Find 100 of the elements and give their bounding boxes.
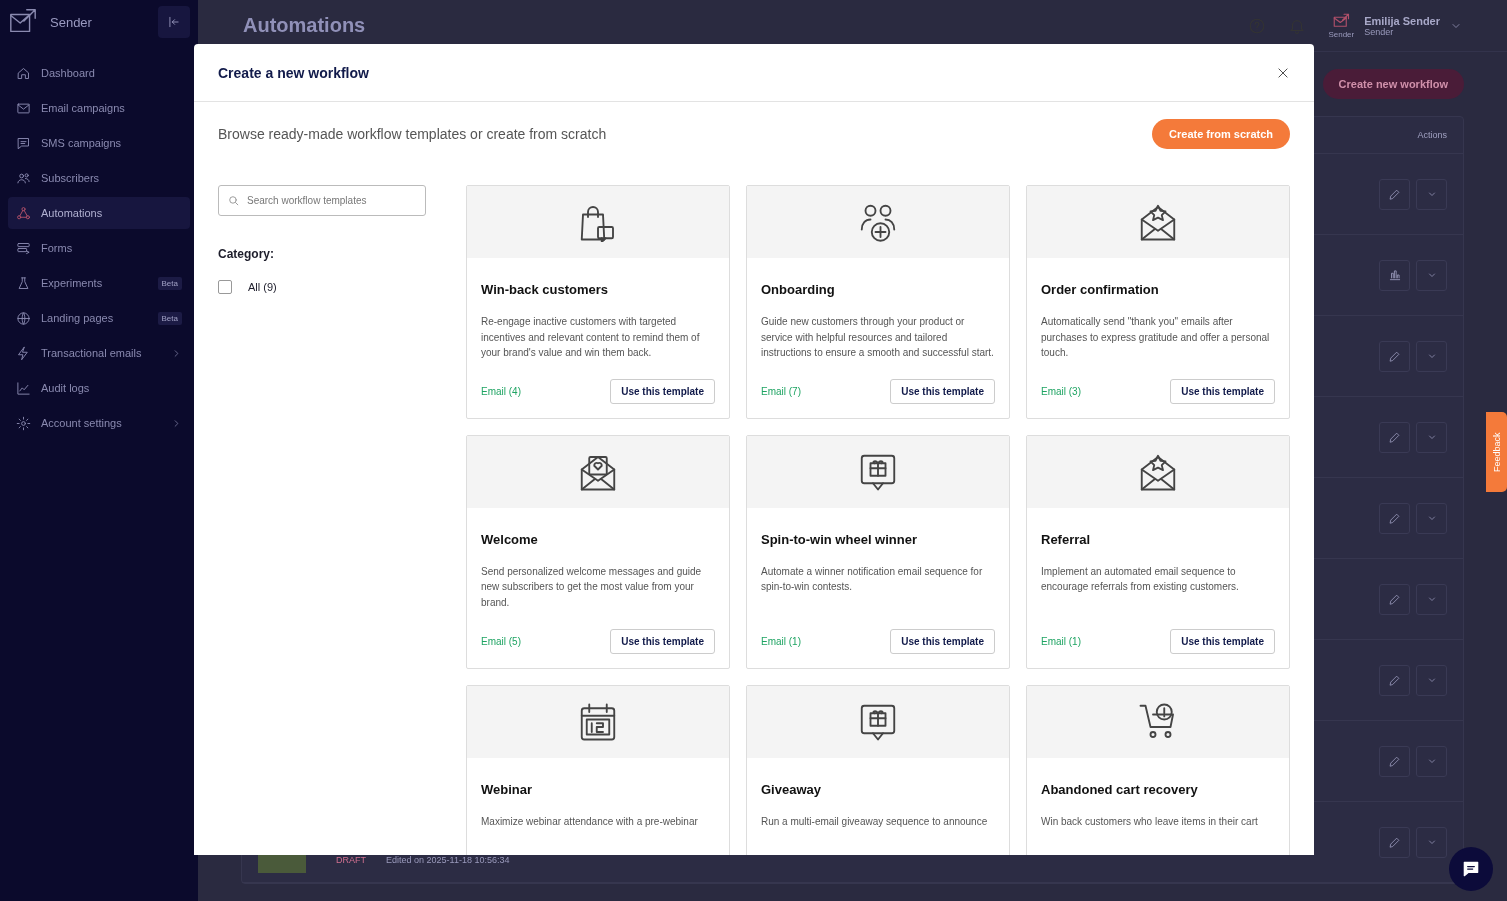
collapse-icon bbox=[167, 15, 181, 29]
envelope-star-icon bbox=[1138, 202, 1178, 242]
flask-icon bbox=[16, 275, 31, 291]
edit-button[interactable] bbox=[1379, 583, 1410, 615]
template-title: Referral bbox=[1041, 531, 1092, 547]
column-header: Actions bbox=[1417, 130, 1447, 140]
sidebar-item[interactable]: Forms bbox=[8, 232, 190, 264]
template-description: Send personalized welcome messages and guide new subscribers to get the most value from your brand. bbox=[481, 564, 703, 610]
page-title: Automations bbox=[243, 14, 367, 37]
edited-date: Edited on 2025-11-18 10:56:34 bbox=[386, 855, 511, 865]
calendar-icon bbox=[578, 701, 618, 742]
category-label: Category: bbox=[218, 247, 275, 261]
more-button[interactable] bbox=[1416, 502, 1447, 534]
sidebar-item[interactable]: Subscribers bbox=[8, 162, 190, 194]
sidebar-item[interactable]: Automations bbox=[8, 197, 190, 229]
pencil-icon bbox=[1388, 673, 1401, 687]
template-title: Webinar bbox=[481, 781, 534, 797]
email-count: Email (1) bbox=[761, 635, 801, 647]
bar-chart-icon bbox=[1387, 268, 1402, 282]
template-title: Giveaway bbox=[761, 781, 822, 797]
sidebar-item[interactable]: Transactional emails bbox=[8, 337, 190, 369]
beta-badge: Beta bbox=[157, 311, 182, 325]
more-button[interactable] bbox=[1416, 421, 1447, 453]
envelope-check-icon bbox=[1332, 12, 1351, 30]
edit-button[interactable] bbox=[1379, 178, 1410, 210]
envelope-icon bbox=[16, 100, 31, 116]
beta-badge: Beta bbox=[157, 276, 182, 290]
sidebar-item[interactable]: SMS campaigns bbox=[8, 127, 190, 159]
use-template-button[interactable]: Use this template bbox=[610, 378, 715, 404]
use-template-button[interactable]: Use this template bbox=[1170, 378, 1275, 404]
more-button[interactable] bbox=[1416, 340, 1447, 372]
more-button[interactable] bbox=[1416, 664, 1447, 696]
template-description: Re-engage inactive customers with targeted incentives and relevant content to remind them of your brand's value and win them back. bbox=[481, 315, 701, 361]
search-icon bbox=[227, 194, 240, 207]
close-icon bbox=[1276, 65, 1290, 80]
template-description: Guide new customers through your product or service with helpful resources and tailored instructions to ensure a smooth and successful start. bbox=[761, 315, 995, 361]
email-count: Email (3) bbox=[1041, 385, 1081, 397]
sidebar-item[interactable]: Dashboard bbox=[8, 57, 190, 89]
sidebar-item[interactable]: Landing pages Beta bbox=[8, 302, 190, 334]
edit-button[interactable] bbox=[1379, 826, 1410, 858]
sidebar-item[interactable]: Email campaigns bbox=[8, 92, 190, 124]
category-option[interactable]: All (9) bbox=[248, 281, 277, 293]
more-button[interactable] bbox=[1416, 583, 1447, 615]
use-template-button[interactable]: Use this template bbox=[890, 628, 995, 654]
email-count: Email (5) bbox=[481, 635, 521, 647]
more-button[interactable] bbox=[1416, 178, 1447, 210]
collapse-button[interactable] bbox=[158, 6, 190, 38]
chat-icon bbox=[16, 135, 31, 151]
globe-icon bbox=[16, 310, 31, 326]
template-title: Order confirmation bbox=[1041, 282, 1160, 297]
template-title: Spin-to-win wheel winner bbox=[761, 531, 918, 547]
use-template-button[interactable]: Use this template bbox=[1170, 628, 1275, 654]
use-template-button[interactable]: Use this template bbox=[610, 628, 715, 654]
create-workflow-button[interactable]: Create new workflow bbox=[1322, 69, 1464, 99]
sidebar-item[interactable]: Account settings bbox=[8, 407, 190, 439]
edit-button[interactable] bbox=[1379, 421, 1410, 453]
template-title: Welcome bbox=[481, 531, 539, 547]
template-description: Win back customers who leave items in their cart bbox=[1041, 814, 1259, 829]
edit-button[interactable] bbox=[1379, 502, 1410, 534]
people-plus-icon bbox=[858, 202, 898, 242]
user-name: Emilija Sender bbox=[1364, 14, 1440, 27]
pencil-icon bbox=[1388, 187, 1401, 201]
pencil-icon bbox=[1388, 430, 1401, 444]
search-field[interactable]: Search workflow templates bbox=[218, 185, 426, 216]
pencil-icon bbox=[1388, 835, 1401, 849]
edit-button[interactable] bbox=[1379, 340, 1410, 372]
status-label: DRAFT bbox=[336, 855, 366, 865]
dialog-subtitle: Browse ready-made workflow templates or create from scratch bbox=[218, 126, 607, 142]
edit-button[interactable] bbox=[1379, 745, 1410, 777]
close-button[interactable] bbox=[1276, 65, 1290, 80]
brand-name: Sender bbox=[50, 14, 93, 30]
template-title: Win-back customers bbox=[481, 282, 610, 297]
use-template-button[interactable]: Use this template bbox=[890, 378, 995, 404]
more-button[interactable] bbox=[1416, 826, 1447, 858]
people-icon bbox=[16, 170, 31, 186]
template-description: Maximize webinar attendance with a pre-webinar bbox=[481, 814, 699, 829]
house-icon bbox=[16, 65, 31, 81]
lightning-icon bbox=[16, 345, 31, 361]
template-description: Automate a winner notification email sequence for spin-to-win contests. bbox=[761, 564, 984, 595]
more-button[interactable] bbox=[1416, 259, 1447, 291]
template-description: Implement an automated email sequence to encourage referrals from existing customers. bbox=[1041, 564, 1240, 595]
sidebar-item[interactable]: Experiments Beta bbox=[8, 267, 190, 299]
template-description: Automatically send "thank you" emails after purchases to express gratitude and offer a personal touch. bbox=[1041, 315, 1271, 361]
checkbox[interactable] bbox=[218, 280, 232, 294]
nodes-icon bbox=[16, 205, 31, 221]
dialog-title: Create a new workflow bbox=[218, 64, 369, 81]
template-title: Onboarding bbox=[761, 282, 836, 297]
email-count: Email (7) bbox=[761, 385, 801, 397]
stats-button[interactable] bbox=[1379, 259, 1410, 291]
more-button[interactable] bbox=[1416, 745, 1447, 777]
chat-icon bbox=[1461, 859, 1481, 879]
logo-caption: Sender bbox=[1328, 30, 1355, 39]
sidebar-item[interactable]: Audit logs bbox=[8, 372, 190, 404]
form-icon bbox=[16, 240, 31, 256]
email-count: Email (4) bbox=[481, 385, 521, 397]
company-name: Sender bbox=[1364, 26, 1394, 37]
pencil-icon bbox=[1388, 592, 1401, 606]
edit-button[interactable] bbox=[1379, 664, 1410, 696]
email-count: Email (1) bbox=[1041, 635, 1081, 647]
pencil-icon bbox=[1388, 754, 1401, 768]
